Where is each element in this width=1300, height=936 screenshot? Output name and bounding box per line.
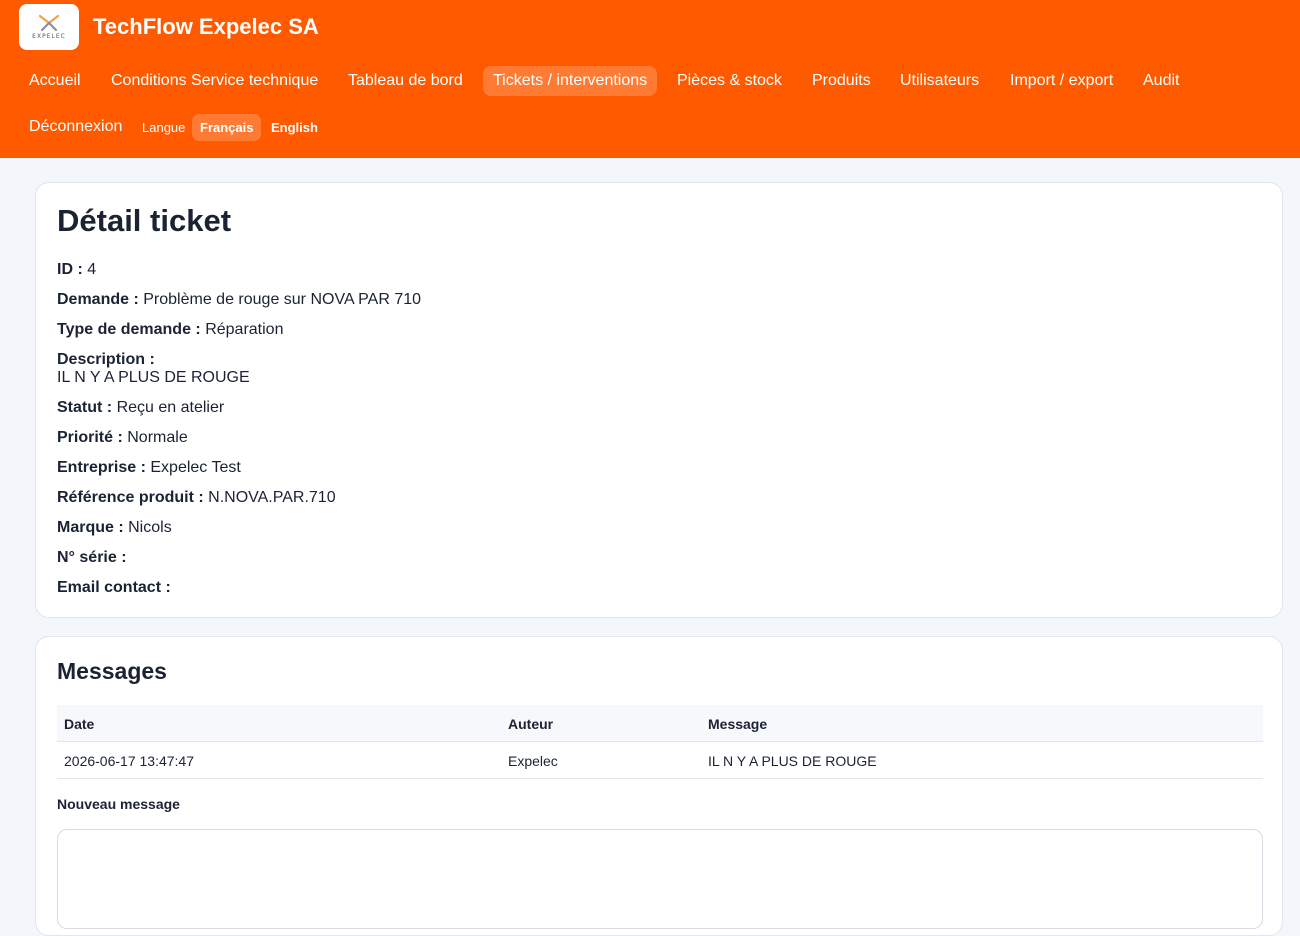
logo-star-icon [38, 14, 60, 32]
field-id: ID : 4 [57, 261, 97, 278]
nav-pieces-stock[interactable]: Pièces & stock [677, 72, 782, 90]
company-logo[interactable]: EXPELEC [19, 4, 79, 50]
field-entreprise: Entreprise : Expelec Test [57, 459, 241, 476]
field-email-contact: Email contact : [57, 579, 171, 596]
nav-produits[interactable]: Produits [812, 72, 871, 90]
nav-utilisateurs[interactable]: Utilisateurs [900, 72, 979, 90]
table-header: Date Auteur Message [57, 705, 1263, 742]
brand: EXPELEC TechFlow Expelec SA [19, 4, 319, 50]
nav-import-export[interactable]: Import / export [1010, 72, 1113, 90]
field-description: Description : [57, 351, 155, 368]
field-marque: Marque : Nicols [57, 519, 172, 536]
language-label: Langue [142, 120, 186, 135]
messages-title: Messages [57, 658, 167, 684]
lang-francais[interactable]: Français [192, 114, 262, 141]
nav-audit[interactable]: Audit [1143, 72, 1179, 90]
brand-title: TechFlow Expelec SA [93, 14, 319, 39]
nav-conditions-service-technique[interactable]: Conditions Service technique [111, 72, 318, 90]
page-title: Détail ticket [57, 203, 232, 238]
lang-english[interactable]: English [271, 114, 318, 141]
column-header-message: Message [708, 716, 768, 732]
nav-tableau-de-bord[interactable]: Tableau de bord [348, 72, 463, 90]
messages-table: Date Auteur Message 2026-06-17 13:47:47 … [57, 705, 1263, 779]
field-type-demande: Type de demande : Réparation [57, 321, 284, 338]
cell-message: IL N Y A PLUS DE ROUGE [708, 753, 877, 769]
top-bar: EXPELEC TechFlow Expelec SA Accueil Cond… [0, 0, 1300, 158]
field-priorite: Priorité : Normale [57, 429, 188, 446]
ticket-detail-card: Détail ticket ID : 4 Demande : Problème … [35, 182, 1283, 618]
field-numero-serie: N° série : [57, 549, 127, 566]
nav-accueil[interactable]: Accueil [29, 72, 81, 90]
nav-tickets-interventions[interactable]: Tickets / interventions [483, 66, 658, 96]
table-row: 2026-06-17 13:47:47 Expelec IL N Y A PLU… [57, 742, 1263, 779]
column-header-auteur: Auteur [508, 716, 554, 732]
cell-date: 2026-06-17 13:47:47 [64, 753, 194, 769]
new-message-label: Nouveau message [57, 796, 180, 812]
field-description-value: IL N Y A PLUS DE ROUGE [57, 369, 250, 386]
field-reference-produit: Référence produit : N.NOVA.PAR.710 [57, 489, 336, 506]
nav-deconnexion[interactable]: Déconnexion [29, 118, 122, 136]
column-header-date: Date [64, 716, 95, 732]
field-demande: Demande : Problème de rouge sur NOVA PAR… [57, 291, 422, 308]
cell-auteur: Expelec [508, 753, 558, 769]
logo-text: EXPELEC [32, 33, 66, 40]
field-statut: Statut : Reçu en atelier [57, 399, 225, 416]
messages-card: Messages Date Auteur Message 2026-06-17 … [35, 636, 1283, 936]
new-message-input[interactable] [57, 829, 1263, 929]
